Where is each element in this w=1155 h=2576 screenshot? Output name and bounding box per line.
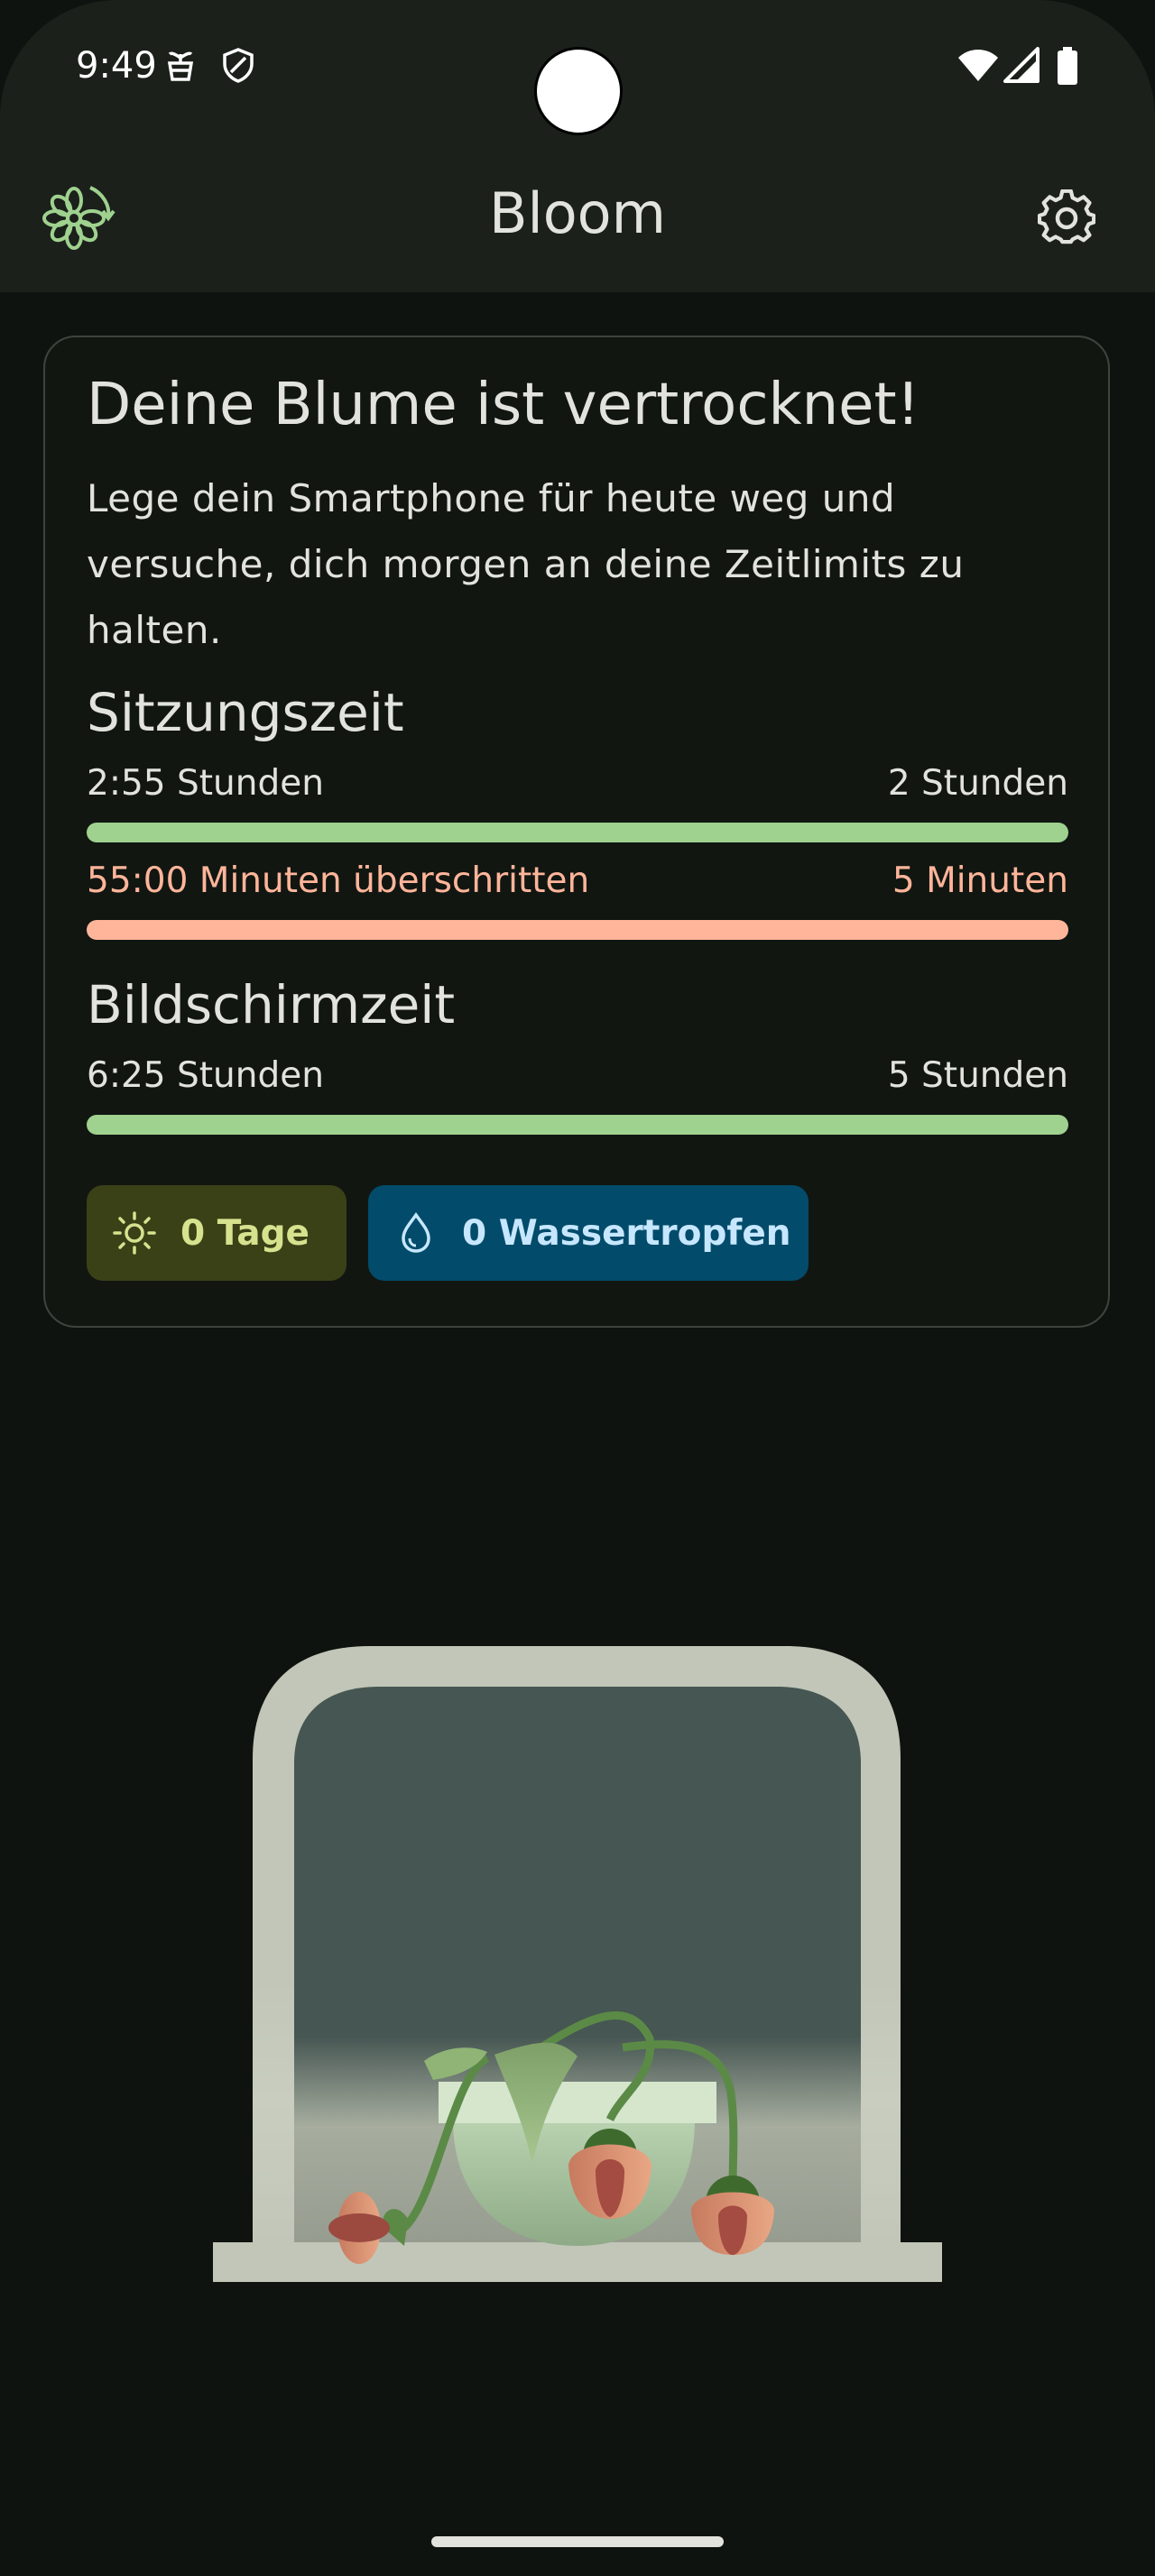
- shield-icon: [223, 48, 254, 83]
- screen-time-limit: 5 Stunden: [887, 1055, 1068, 1096]
- session-exceeded-text: 55:00 Minuten überschritten: [87, 860, 590, 901]
- phone-screen: 9:49 Bloom Deine Blume ist vertrocknet! …: [0, 0, 1155, 2576]
- water-drops-chip[interactable]: 0 Wassertropfen: [368, 1185, 808, 1281]
- app-title: Bloom: [488, 180, 667, 246]
- status-time: 9:49: [76, 45, 157, 87]
- session-time-used: 2:55 Stunden: [87, 763, 324, 804]
- card-message-line: halten.: [87, 608, 222, 652]
- battery-icon: [1058, 47, 1077, 85]
- card-message-line: versuche, dich morgen an deine Zeitlimit…: [87, 542, 965, 586]
- camera-cutout: [534, 47, 623, 135]
- session-exceeded-limit: 5 Minuten: [892, 860, 1068, 901]
- gesture-home-bar[interactable]: [431, 2536, 724, 2547]
- card-message: Lege dein Smartphone für heute weg und v…: [87, 465, 1079, 663]
- status-bar: 9:49: [0, 0, 1155, 144]
- top-app-bar: Bloom: [0, 144, 1155, 292]
- plant-notification-icon: [167, 51, 194, 81]
- settings-gear-icon[interactable]: [1038, 189, 1095, 247]
- wifi-icon: [958, 50, 998, 81]
- wilted-flower-illustration: [213, 1646, 942, 2282]
- session-time-progress: [87, 823, 1068, 842]
- card-headline: Deine Blume ist vertrocknet!: [87, 372, 920, 438]
- screen-time-title: Bildschirmzeit: [87, 974, 456, 1035]
- water-drops-label: 0 Wassertropfen: [462, 1212, 791, 1254]
- screen-time-progress: [87, 1115, 1068, 1135]
- session-time-title: Sitzungszeit: [87, 682, 404, 743]
- streak-days-chip[interactable]: 0 Tage: [87, 1185, 346, 1281]
- card-message-line: Lege dein Smartphone für heute weg und: [87, 476, 896, 520]
- water-drop-icon: [402, 1211, 430, 1253]
- session-exceeded-progress: [87, 920, 1068, 940]
- session-time-limit: 2 Stunden: [887, 763, 1068, 804]
- streak-days-label: 0 Tage: [180, 1212, 310, 1254]
- cellular-signal-icon: [1003, 47, 1040, 83]
- screen-time-used: 6:25 Stunden: [87, 1055, 324, 1096]
- sun-icon: [113, 1211, 156, 1255]
